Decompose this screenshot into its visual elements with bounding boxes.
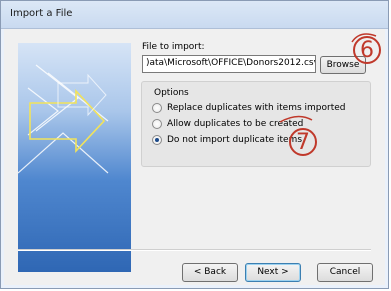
callout-curves (279, 33, 377, 123)
